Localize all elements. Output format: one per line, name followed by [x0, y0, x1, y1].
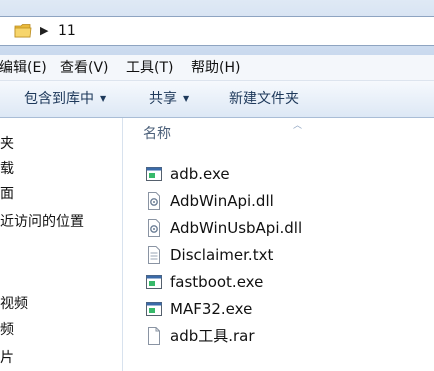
new-folder-button[interactable]: 新建文件夹: [229, 90, 299, 108]
share-label: 共享: [149, 91, 177, 107]
file-name: AdbWinUsbApi.dll: [170, 219, 303, 237]
nav-item-favorites[interactable]: 夹: [0, 135, 14, 153]
file-row[interactable]: MAF32.exe: [143, 297, 423, 321]
nav-item-media[interactable]: 频: [0, 321, 14, 339]
rar-icon: [148, 327, 160, 345]
share-button[interactable]: 共享 ▼: [149, 90, 189, 108]
explorer-window: ▶ 11 编辑(E) 查看(V) 工具(T) 帮助(H) 包含到库中 ▼ 共享 ▼ …: [0, 0, 434, 371]
file-name: fastboot.exe: [170, 273, 264, 291]
menu-edit[interactable]: 编辑(E): [0, 59, 47, 77]
file-row[interactable]: Disclaimer.txt: [143, 243, 423, 267]
exe-icon: [146, 167, 162, 181]
dll-icon: [148, 192, 160, 210]
exe-icon: [146, 302, 162, 316]
file-row[interactable]: fastboot.exe: [143, 270, 423, 294]
file-row[interactable]: AdbWinApi.dll: [143, 189, 423, 213]
file-name: AdbWinApi.dll: [170, 192, 274, 210]
address-area: ▶ 11: [0, 0, 434, 55]
dll-icon: [148, 219, 160, 237]
file-row[interactable]: adb工具.rar: [143, 324, 423, 348]
nav-item-recent-places[interactable]: 近访问的位置: [0, 213, 84, 231]
include-library-label: 包含到库中: [24, 91, 94, 107]
menu-view[interactable]: 查看(V): [60, 59, 109, 77]
command-bar: 包含到库中 ▼ 共享 ▼ 新建文件夹: [0, 81, 434, 118]
file-name: MAF32.exe: [170, 300, 253, 318]
nav-item-desktop[interactable]: 面: [0, 185, 14, 203]
breadcrumb-item[interactable]: 11: [58, 21, 76, 41]
folder-icon: [14, 24, 32, 38]
file-row[interactable]: AdbWinUsbApi.dll: [143, 216, 423, 240]
column-header-name[interactable]: 名称: [143, 125, 171, 143]
menu-bar: 编辑(E) 查看(V) 工具(T) 帮助(H): [0, 55, 434, 81]
sort-up-icon: ︿: [293, 121, 303, 131]
file-list: ︿ 名称 adb.exe AdbWinApi.dll AdbWinUsbApi.…: [123, 118, 434, 371]
nav-item-pictures[interactable]: 片: [0, 349, 14, 367]
file-name: Disclaimer.txt: [170, 246, 274, 264]
chevron-down-icon: ▼: [100, 94, 107, 103]
file-name: adb.exe: [170, 165, 230, 183]
file-name: adb工具.rar: [170, 327, 255, 345]
menu-help[interactable]: 帮助(H): [191, 59, 240, 77]
navigation-pane: 夹 载 面 近访问的位置 视频 频 片: [0, 118, 122, 371]
breadcrumb-arrow-icon[interactable]: ▶: [40, 22, 48, 40]
menu-tools[interactable]: 工具(T): [126, 59, 173, 77]
nav-item-downloads[interactable]: 载: [0, 160, 14, 178]
address-bar[interactable]: ▶ 11: [0, 16, 434, 46]
file-row[interactable]: adb.exe: [143, 162, 423, 186]
nav-item-videos[interactable]: 视频: [0, 295, 28, 313]
chevron-down-icon: ▼: [183, 94, 190, 103]
include-library-button[interactable]: 包含到库中 ▼: [24, 90, 106, 108]
exe-icon: [146, 275, 162, 289]
txt-icon: [148, 246, 160, 264]
